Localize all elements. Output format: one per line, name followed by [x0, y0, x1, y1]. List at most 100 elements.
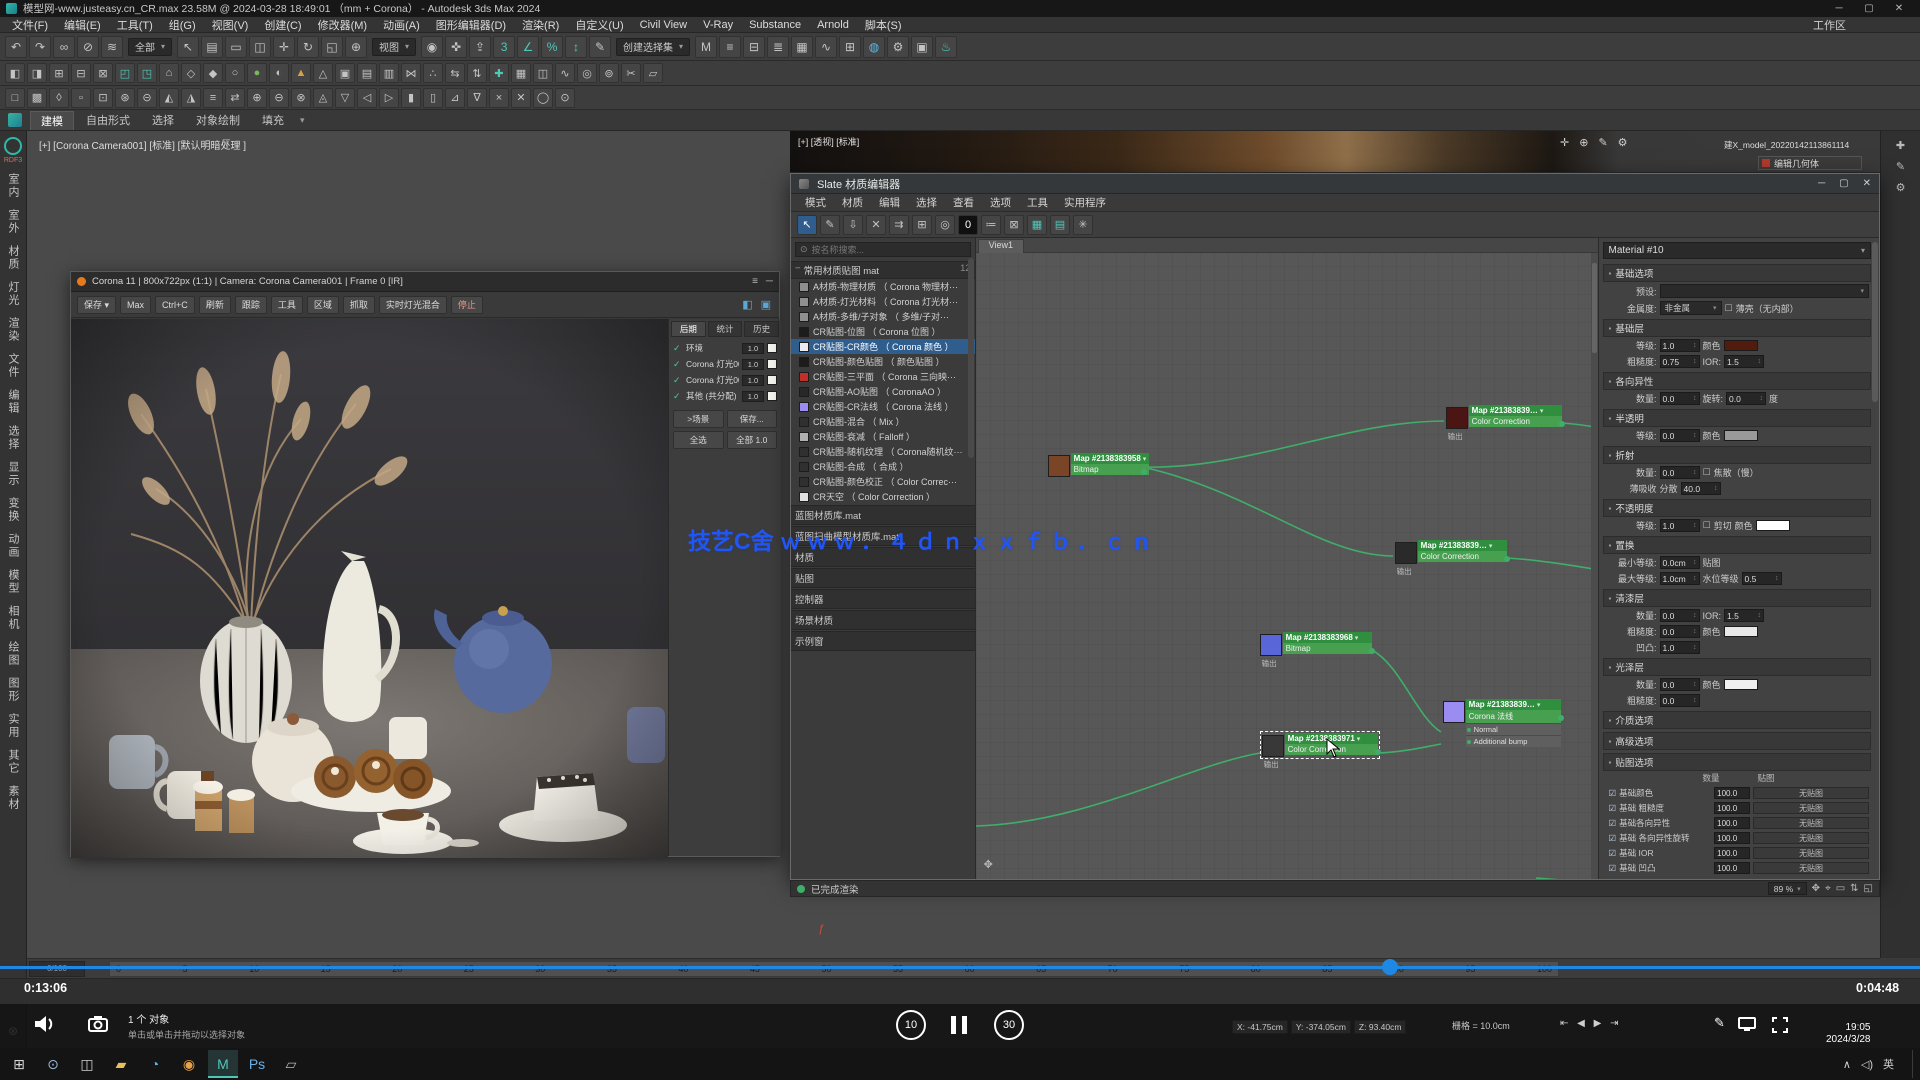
sidebar-category[interactable]: 选择 [5, 425, 21, 451]
refresh-button[interactable]: 刷新 [199, 296, 231, 314]
nodeview-scrollbar[interactable] [1591, 253, 1598, 879]
material-node[interactable]: Map #21383839… Color Correction 输出 [1446, 405, 1562, 429]
tool-icon[interactable]: ⇄ [225, 88, 245, 108]
tool-icon[interactable]: ◁ [357, 88, 377, 108]
map-slot-button[interactable]: 无贴图 [1753, 787, 1869, 799]
map-slot-button[interactable]: 无贴图 [1753, 802, 1869, 814]
options-icon[interactable]: ✳ [1073, 215, 1093, 235]
ribbon-tab[interactable]: 选择 [142, 111, 184, 129]
plugin-logo-icon[interactable] [4, 137, 22, 155]
input-socket-icon[interactable] [1467, 740, 1471, 744]
tool-icon[interactable]: ▲ [291, 63, 311, 83]
menu-item[interactable]: 编辑(E) [56, 17, 109, 33]
tool-icon[interactable]: ▦ [511, 63, 531, 83]
stop-button[interactable]: 停止 [451, 296, 483, 314]
param-row[interactable]: 薄吸收 ↕ 分散 40.0↕ [1603, 480, 1872, 496]
tool-icon[interactable]: ∿ [555, 63, 575, 83]
move-children-icon[interactable]: ⇉ [889, 215, 909, 235]
rollout-displacement[interactable]: 置换 [1603, 536, 1872, 554]
tool-icon[interactable]: ◫ [533, 63, 553, 83]
vfb-title-bar[interactable]: Corona 11 | 800x722px (1:1) | Camera: Co… [71, 272, 779, 292]
node-view[interactable]: View1 [976, 238, 1598, 879]
ribbon-tab[interactable]: 建模 [30, 111, 74, 130]
node-slot[interactable]: Additional bump [1466, 735, 1561, 747]
ime-icon[interactable]: 英 [1883, 1056, 1894, 1072]
grab-button[interactable]: 抓取 [343, 296, 375, 314]
tool-icon[interactable]: ✕ [511, 88, 531, 108]
rectangular-selection-icon[interactable]: ▭▾ [225, 36, 247, 58]
close-button[interactable]: ✕ [1884, 3, 1914, 14]
vfb-minimize-icon[interactable]: ─ [766, 276, 773, 287]
3dsmax-button[interactable]: M [208, 1050, 238, 1078]
workspace-label[interactable]: 工作区 [1813, 17, 1916, 33]
param-row[interactable]: 凹凸: 1.0↕ ↕ [1603, 639, 1872, 655]
viewport-caret-icon[interactable]: ▽ [223, 137, 230, 148]
tool-icon[interactable]: ⊗ [291, 88, 311, 108]
menu-item[interactable]: 动画(A) [375, 17, 428, 33]
rollout-basic-options[interactable]: 基础选项 [1603, 264, 1872, 282]
ribbon-tab[interactable]: 对象绘制 [186, 111, 250, 129]
use-pivot-center-icon[interactable]: ◉▾ [421, 36, 443, 58]
param-row[interactable]: 粗糙度: 0.0↕ ↕ 颜色 [1603, 623, 1872, 639]
material-preview-icon[interactable]: ▦ [1027, 215, 1047, 235]
tool-icon[interactable]: ○ [225, 63, 245, 83]
schematic-view-icon[interactable]: ⊞▾ [839, 36, 861, 58]
ribbon-tab[interactable]: 填充 [252, 111, 294, 129]
plus-icon[interactable]: ✚ [1896, 139, 1905, 152]
sidebar-category[interactable]: 室内 [5, 173, 21, 199]
pick-material-icon[interactable]: ✎ [820, 215, 840, 235]
param-row[interactable]: 数量: 0.0↕ IOR: 1.5↕ [1603, 607, 1872, 623]
slate-menu-item[interactable]: 实用程序 [1056, 195, 1114, 210]
angle-snap-icon[interactable]: ∠▾ [517, 36, 539, 58]
tool-icon[interactable]: □ [5, 88, 25, 108]
coordinate-display[interactable]: X: -41.75cmY: -374.05cmZ: 93.40cm [1232, 1017, 1409, 1035]
layout-all-icon[interactable]: ≔ [981, 215, 1001, 235]
library-section-header[interactable]: 场景材质 [791, 610, 975, 630]
tool-icon[interactable]: ▤ [357, 63, 377, 83]
material-list-item[interactable]: CR贴图-三平面 （ Corona 三向映··· [791, 369, 975, 384]
map-slot-row[interactable]: ☑ 基础 粗糙度 100.0 无贴图 [1603, 800, 1872, 815]
select-tool-icon[interactable]: ↖ [797, 215, 817, 235]
material-node[interactable]: Map #2138383971 Color Correction 输出 [1262, 733, 1378, 757]
sidebar-category[interactable]: 绘图 [5, 641, 21, 667]
menu-item[interactable]: 视图(V) [204, 17, 257, 33]
track-button[interactable]: 跟踪 [235, 296, 267, 314]
render-setup-icon[interactable]: ⚙▾ [887, 36, 909, 58]
tools-button[interactable]: 工具 [271, 296, 303, 314]
param-row[interactable]: 等级: 1.0↕ ↕ 颜色 [1603, 337, 1872, 353]
map-slot-button[interactable]: 无贴图 [1753, 817, 1869, 829]
rollout-anisotropy[interactable]: 各向异性 [1603, 372, 1872, 390]
selection-filter-combo[interactable]: 全部▾ [125, 38, 175, 56]
menu-item[interactable]: 创建(C) [256, 17, 309, 33]
menu-item[interactable]: 工具(T) [109, 17, 161, 33]
zoom-icon[interactable]: ⌖ [1825, 883, 1831, 894]
vfb-tool-icon[interactable]: ▣ [759, 298, 773, 311]
map-slot-row[interactable]: ☑ 基础各向异性 100.0 无贴图 [1603, 815, 1872, 830]
menu-item[interactable]: Substance [741, 19, 809, 31]
slate-close-button[interactable]: ✕ [1863, 178, 1871, 189]
pan-view-icon[interactable]: ✥ [984, 858, 993, 871]
rollout-media-options[interactable]: 介质选项 [1603, 711, 1872, 729]
material-list-item[interactable]: CR贴图-CR颜色 （ Corona 颜色 ） [791, 339, 975, 354]
sidebar-category[interactable]: 材质 [5, 245, 21, 271]
pencil-icon[interactable]: ✎ [1896, 160, 1905, 173]
lightmix-row[interactable]: ✓ 其他 (共分配) 1.0 [671, 388, 779, 404]
save-button[interactable]: 保存 ▾ [77, 296, 116, 314]
select-object-icon[interactable]: ↖▾ [177, 36, 199, 58]
rollout-translucency[interactable]: 半透明 [1603, 409, 1872, 427]
param-row[interactable]: 粗糙度: 0.75↕ IOR: 1.5↕ [1603, 353, 1872, 369]
folder-button[interactable]: ▱ [276, 1050, 306, 1078]
rollout-base-layer[interactable]: 基础层 [1603, 319, 1872, 337]
tool-icon[interactable]: ⌂ [159, 63, 179, 83]
viewport-label[interactable]: [+] [Corona Camera001] [标准] [默认明暗处理 ] [39, 137, 246, 152]
tool-icon[interactable]: ▫ [71, 88, 91, 108]
rollout-map-options[interactable]: 贴图选项 [1603, 753, 1872, 771]
viewport-nav-icon[interactable]: ✛ [1560, 136, 1569, 149]
slate-maximize-button[interactable]: ▢ [1839, 178, 1848, 189]
browser-scrollbar[interactable] [968, 258, 974, 458]
pan-icon[interactable]: ✥ [1812, 883, 1820, 894]
map-slot-button[interactable]: 无贴图 [1753, 832, 1869, 844]
annotate-pencil-icon[interactable]: ✎ [1714, 1015, 1725, 1031]
playback-controls[interactable]: ⇤ ◀ ▶ ⇥ [1560, 1018, 1621, 1029]
hide-unused-slots-icon[interactable]: ⊞ [912, 215, 932, 235]
